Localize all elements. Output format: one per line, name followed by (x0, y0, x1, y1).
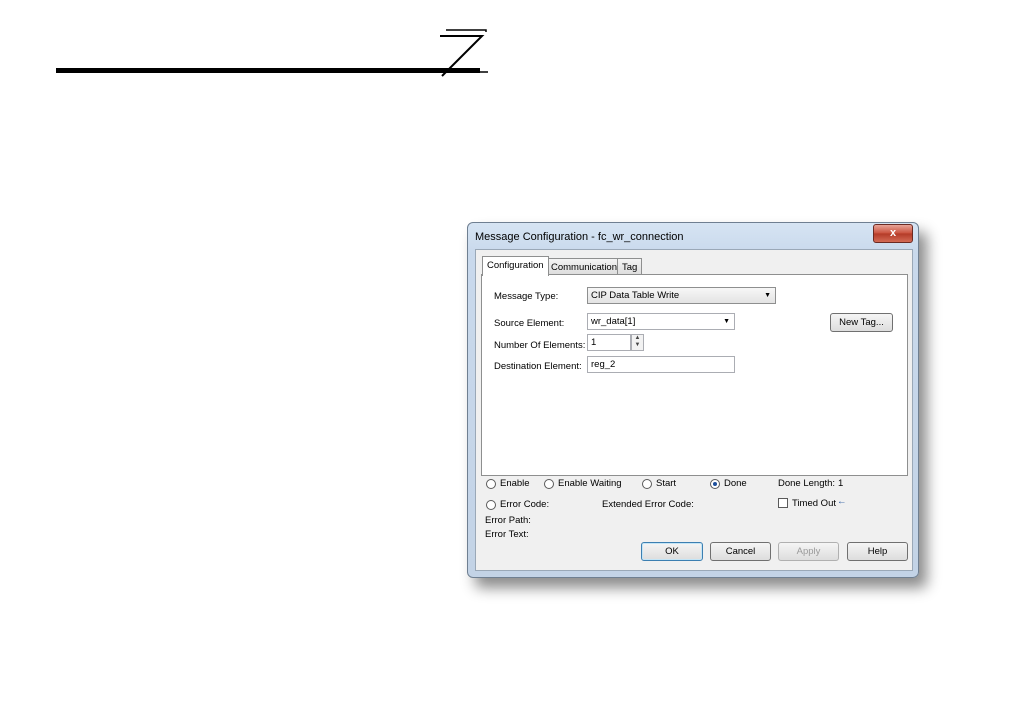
error-path-label: Error Path: (485, 515, 531, 526)
new-tag-button[interactable]: New Tag... (830, 313, 893, 332)
dialog-client-area: Configuration Communication Tag Message … (475, 249, 913, 571)
close-icon: x (889, 227, 897, 239)
done-length-label: Done Length: (778, 478, 836, 489)
message-type-label: Message Type: (494, 291, 559, 302)
done-indicator (710, 479, 720, 489)
chevron-down-icon: ▼ (723, 318, 730, 325)
tab-communication[interactable]: Communication (546, 258, 622, 275)
title-bar[interactable]: Message Configuration - fc_wr_connection… (468, 223, 918, 249)
source-element-label: Source Element: (494, 318, 565, 329)
apply-button[interactable]: Apply (778, 542, 839, 561)
chevron-down-icon: ▼ (764, 292, 771, 299)
source-element-combo[interactable]: wr_data[1] ▼ (587, 313, 735, 330)
tab-configuration[interactable]: Configuration (482, 256, 549, 276)
number-of-elements-label: Number Of Elements: (494, 340, 586, 351)
arrow-left-icon: ← (837, 496, 847, 507)
extended-error-code-label: Extended Error Code: (602, 499, 694, 510)
number-of-elements-spinner[interactable]: ▲ ▼ (631, 334, 644, 351)
error-code-label: Error Code: (500, 499, 550, 510)
destination-element-label: Destination Element: (494, 361, 582, 372)
enable-label: Enable (500, 478, 530, 489)
message-type-select[interactable]: CIP Data Table Write ▼ (587, 287, 776, 304)
start-label: Start (656, 478, 677, 489)
done-label: Done (724, 478, 747, 489)
message-type-value: CIP Data Table Write (591, 290, 680, 301)
help-button[interactable]: Help (847, 542, 908, 561)
close-button[interactable]: x (873, 224, 913, 243)
message-configuration-dialog: Message Configuration - fc_wr_connection… (467, 222, 919, 578)
cancel-button[interactable]: Cancel (710, 542, 771, 561)
spin-down-icon[interactable]: ▼ (632, 342, 643, 349)
enable-waiting-label: Enable Waiting (558, 478, 622, 489)
dialog-title: Message Configuration - fc_wr_connection (475, 231, 684, 243)
number-of-elements-input[interactable]: 1 (587, 334, 631, 351)
start-indicator (642, 479, 652, 489)
done-length-value: 1 (838, 478, 844, 489)
spin-up-icon[interactable]: ▲ (632, 335, 643, 342)
timed-out-label: Timed Out (792, 498, 836, 509)
header-rule (56, 68, 480, 73)
ok-button[interactable]: OK (641, 542, 703, 561)
enable-waiting-indicator (544, 479, 554, 489)
tab-tag[interactable]: Tag (617, 258, 643, 275)
source-element-value: wr_data[1] (591, 316, 636, 327)
enable-indicator (486, 479, 496, 489)
destination-element-input[interactable]: reg_2 (587, 356, 735, 373)
header-chevron-mark (440, 29, 488, 77)
timed-out-checkbox[interactable] (778, 498, 788, 508)
error-text-label: Error Text: (485, 529, 529, 540)
configuration-panel: Message Type: CIP Data Table Write ▼ Sou… (481, 274, 908, 476)
error-code-indicator (486, 500, 496, 510)
